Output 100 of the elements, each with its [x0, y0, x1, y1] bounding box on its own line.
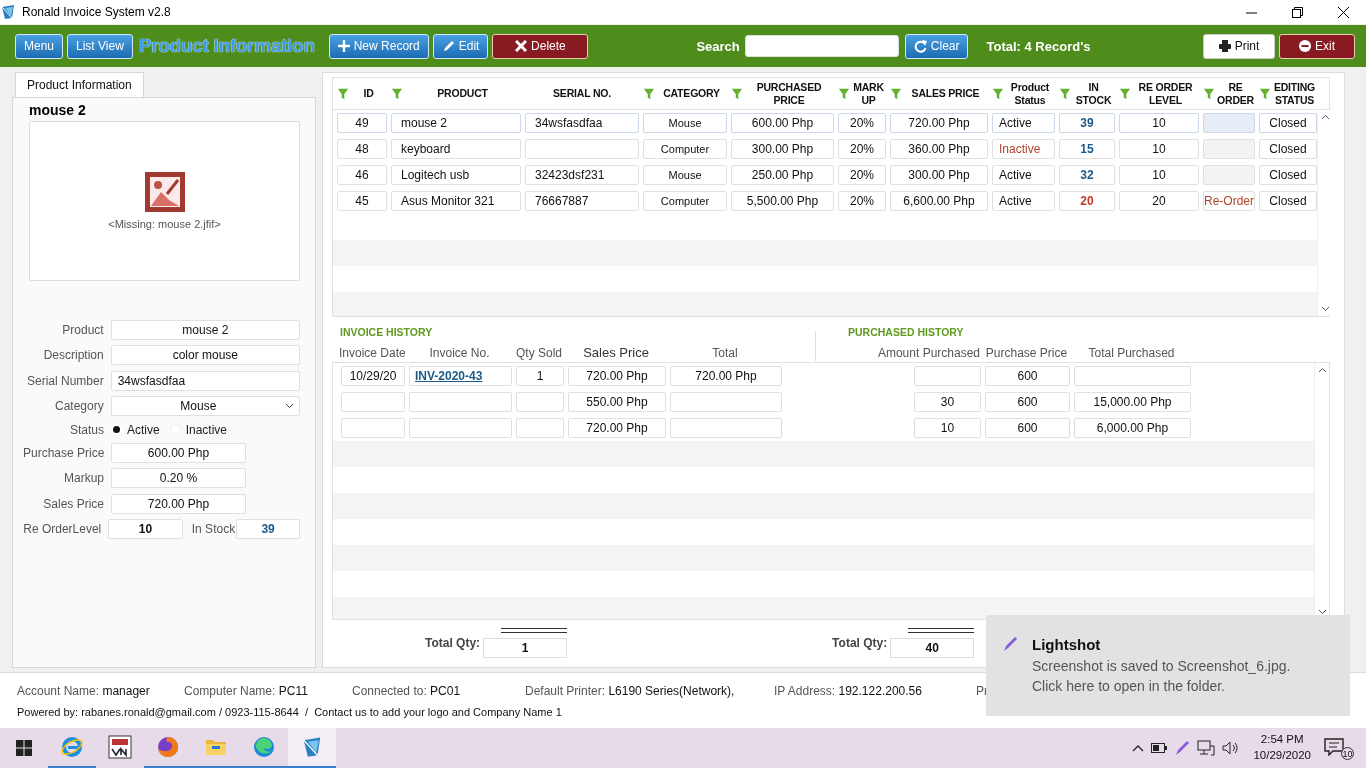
- fox-browser-icon[interactable]: [156, 735, 180, 759]
- column-header[interactable]: RE ORDER: [1216, 80, 1255, 107]
- table-cell: 30: [914, 392, 981, 412]
- filter-icon: [731, 87, 743, 100]
- column-header: Invoice Date: [339, 347, 404, 361]
- nav-button[interactable]: Menu: [15, 33, 64, 59]
- app-logo-icon[interactable]: [301, 736, 323, 758]
- text-field[interactable]: 34wsfasdfaa: [110, 370, 300, 391]
- text-field[interactable]: mouse 2: [110, 319, 300, 340]
- table-cell: 360.00 Php: [890, 139, 988, 159]
- table-cell: [341, 418, 405, 438]
- table-cell: 300.00 Php: [890, 165, 988, 185]
- tab[interactable]: Product Information: [15, 72, 144, 97]
- column-header[interactable]: EDITING STATUS: [1272, 80, 1317, 107]
- toolbar-button[interactable]: New Record: [328, 33, 429, 59]
- column-header[interactable]: SERIAL NO.: [525, 87, 639, 100]
- table-cell: 15: [1059, 139, 1115, 159]
- column-header[interactable]: PURCHASED PRICE: [744, 80, 834, 107]
- field-label: Description: [42, 348, 104, 363]
- table-cell: 250.00 Php: [731, 165, 834, 185]
- text-field[interactable]: color mouse: [110, 345, 300, 366]
- column-header[interactable]: CATEGORY: [656, 87, 727, 100]
- column-header[interactable]: MARK UP: [851, 80, 886, 107]
- scroll-down-icon: [1317, 609, 1327, 615]
- table-cell: Mouse: [643, 165, 727, 185]
- notification-icon[interactable]: [1324, 738, 1344, 756]
- battery-icon[interactable]: [1151, 743, 1168, 753]
- status-value: L6190 Series(Network),: [608, 684, 735, 698]
- total-field: 40: [890, 638, 975, 658]
- radio-option[interactable]: Inactive: [169, 422, 228, 437]
- invoice-link[interactable]: INV-2020-43: [409, 366, 512, 386]
- table-cell: 32: [1059, 165, 1115, 185]
- close-icon[interactable]: [1337, 6, 1349, 18]
- column-header[interactable]: IN STOCK: [1072, 80, 1115, 107]
- product-name: mouse 2: [29, 102, 87, 118]
- filter-icon: [337, 87, 349, 100]
- maximize-icon[interactable]: [1291, 6, 1303, 18]
- footer-text: Powered by: rabanes.ronald@gmail.com / 0923-115-8644 / Contact us to add your logo and Company Name 1: [17, 706, 563, 718]
- table-cell: 39: [1059, 113, 1115, 133]
- browser-icon[interactable]: [60, 735, 84, 759]
- table-cell: 10: [1119, 139, 1199, 159]
- table-cell: [1203, 113, 1255, 133]
- table-cell: 600: [985, 366, 1070, 386]
- text-field[interactable]: 39: [236, 519, 300, 540]
- table-cell: 720.00 Php: [890, 113, 988, 133]
- table-cell: keyboard: [391, 139, 521, 159]
- table-cell: 550.00 Php: [568, 392, 666, 412]
- table-cell: 10: [914, 418, 981, 438]
- column-header[interactable]: SALES PRICE: [903, 87, 988, 100]
- remote-desktop-icon[interactable]: [108, 735, 132, 759]
- nav-button[interactable]: List View: [67, 33, 133, 59]
- window-title: Ronald Invoice System v2.8: [22, 5, 171, 19]
- toolbar-button[interactable]: Edit: [432, 33, 489, 59]
- clock-date[interactable]: 10/29/2020: [1253, 748, 1311, 764]
- status-value: manager: [102, 684, 150, 698]
- table-cell: 300.00 Php: [731, 139, 834, 159]
- network-icon[interactable]: [1197, 740, 1216, 756]
- scrollbar[interactable]: [1317, 110, 1332, 316]
- dropdown-field[interactable]: Mouse: [110, 396, 300, 417]
- start-icon[interactable]: [16, 740, 32, 756]
- field-label: Markup: [63, 471, 104, 486]
- radio-option[interactable]: Active: [111, 422, 160, 437]
- column-header[interactable]: Product Status: [1005, 80, 1055, 107]
- toolbar-button[interactable]: Delete: [492, 33, 589, 59]
- pen-icon[interactable]: [1174, 740, 1191, 756]
- record-total: Total: 4 Record's: [986, 38, 1091, 54]
- clock-time[interactable]: 2:54 PM: [1260, 732, 1304, 748]
- column-header[interactable]: PRODUCT: [404, 87, 521, 100]
- table-cell: 20%: [838, 191, 886, 211]
- notification-toast[interactable]: Lightshot Screenshot is saved to Screenshot_6.jpg. Click here to open in the folder.: [986, 615, 1350, 716]
- field-label: Purchase Price: [23, 445, 104, 460]
- table-cell: 6,600.00 Php: [890, 191, 988, 211]
- table-cell: Active: [992, 165, 1055, 185]
- table-cell: [914, 366, 981, 386]
- column-header[interactable]: RE ORDER LEVEL: [1132, 80, 1199, 107]
- table-cell: 20%: [838, 165, 886, 185]
- table-cell: 76667887: [525, 191, 639, 211]
- column-header[interactable]: ID: [350, 87, 387, 100]
- volume-icon[interactable]: [1222, 740, 1241, 756]
- notification-text: Click here to open in the folder.: [1032, 677, 1226, 696]
- chevron-up-icon[interactable]: [1132, 744, 1145, 752]
- table-cell: 1: [516, 366, 564, 386]
- table-cell: 6,000.00 Php: [1074, 418, 1191, 438]
- status-value: PC11: [278, 684, 308, 698]
- exit-button[interactable]: Exit: [1279, 33, 1355, 59]
- search-field[interactable]: [744, 35, 899, 57]
- text-field[interactable]: 720.00 Php: [111, 493, 246, 514]
- text-field[interactable]: 0.20 %: [111, 468, 246, 489]
- table-cell: 46: [337, 165, 387, 185]
- field-label: Serial Number: [26, 373, 104, 388]
- table-cell: Closed: [1259, 139, 1317, 159]
- text-field[interactable]: 10: [108, 519, 183, 540]
- filter-icon: [391, 87, 403, 100]
- print-button[interactable]: Print: [1203, 33, 1275, 59]
- wave-browser-icon[interactable]: [252, 735, 276, 759]
- status-value: 192.122.200.56: [838, 684, 922, 698]
- table-cell: Inactive: [992, 139, 1055, 159]
- clear-button[interactable]: Clear: [904, 33, 969, 59]
- table-cell: mouse 2: [391, 113, 521, 133]
- text-field[interactable]: 600.00 Php: [111, 442, 246, 463]
